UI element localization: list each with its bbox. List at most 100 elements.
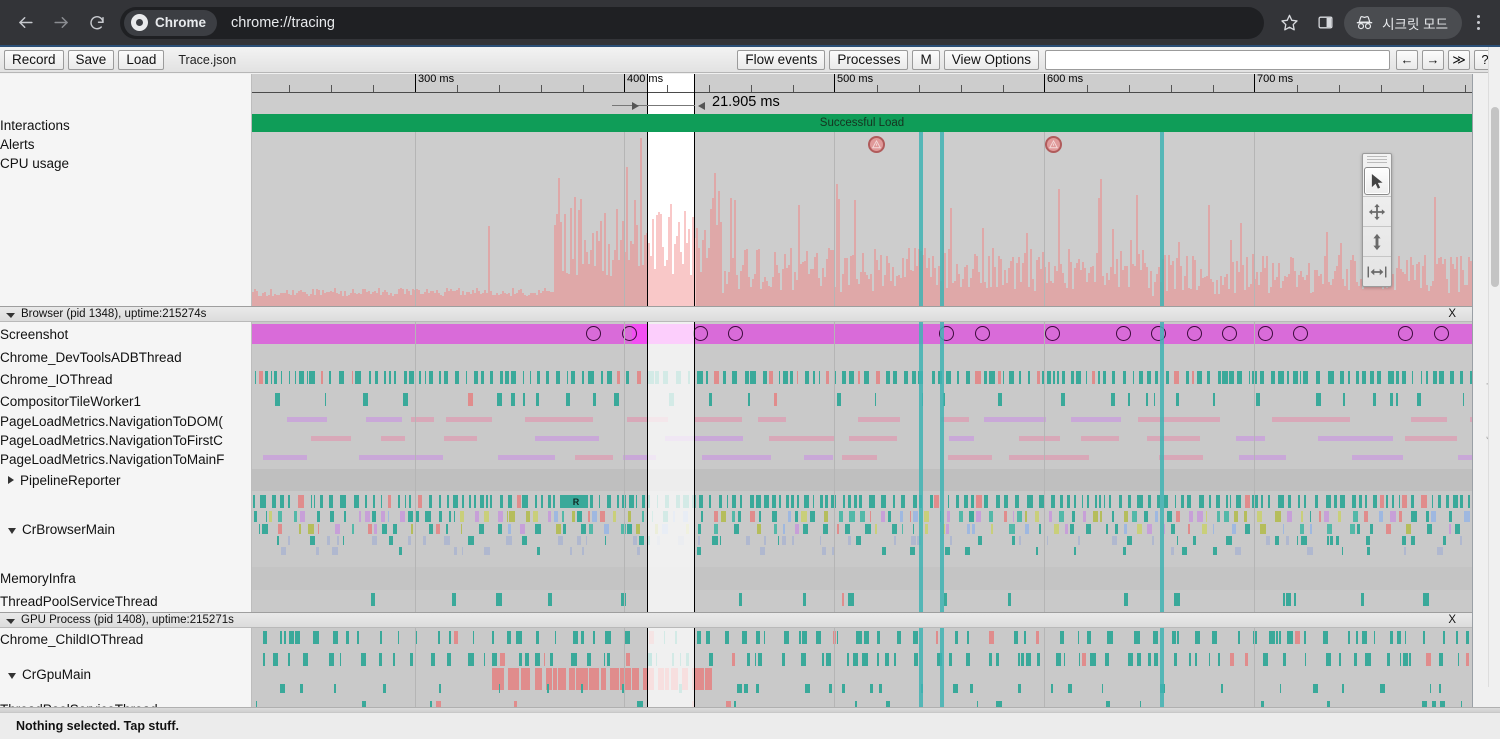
trace-slice[interactable]	[714, 371, 719, 384]
trace-slice[interactable]	[1147, 524, 1152, 534]
trace-slice[interactable]	[1060, 495, 1063, 508]
trace-slice[interactable]	[278, 511, 282, 522]
trace-slice[interactable]	[468, 536, 474, 545]
trace-slice[interactable]	[760, 547, 765, 555]
trace-slice[interactable]	[262, 524, 267, 534]
trace-slice[interactable]	[1260, 371, 1265, 384]
trace-slice[interactable]	[1152, 536, 1154, 545]
trace-slice[interactable]	[955, 631, 958, 644]
view-options-button[interactable]: View Options	[944, 50, 1039, 70]
alert-marker[interactable]	[1045, 136, 1062, 153]
async-slice[interactable]	[804, 455, 833, 460]
trace-slice[interactable]	[1189, 653, 1191, 666]
trace-slice[interactable]	[294, 511, 297, 522]
trace-slice[interactable]	[1330, 536, 1333, 545]
trace-slice[interactable]	[1206, 511, 1207, 522]
trace-slice[interactable]	[508, 495, 513, 508]
trace-slice[interactable]	[697, 631, 701, 644]
track-canvas[interactable]	[252, 346, 1472, 368]
trace-slice[interactable]	[474, 371, 479, 384]
trace-slice[interactable]	[327, 536, 330, 545]
track-canvas[interactable]	[252, 567, 1472, 590]
async-slice[interactable]	[446, 417, 492, 422]
trace-slice[interactable]	[1164, 495, 1168, 508]
track-label[interactable]: CrBrowserMain	[0, 491, 252, 567]
trace-slice[interactable]	[1112, 371, 1116, 384]
trace-slice[interactable]	[719, 495, 722, 508]
trace-slice[interactable]	[914, 653, 918, 666]
trace-slice[interactable]	[1373, 495, 1376, 508]
trace-slice[interactable]	[567, 371, 568, 384]
trace-slice[interactable]	[1374, 631, 1375, 644]
forward-arrow-icon[interactable]	[44, 6, 78, 40]
trace-slice[interactable]	[1070, 524, 1074, 534]
trace-slice[interactable]	[1310, 511, 1311, 522]
trace-slice[interactable]	[303, 653, 309, 666]
trace-slice[interactable]	[474, 495, 476, 508]
trace-slice[interactable]	[525, 653, 529, 666]
trace-slice[interactable]	[734, 524, 740, 534]
metrics-button[interactable]: M	[912, 50, 939, 70]
trace-slice[interactable]	[403, 393, 408, 406]
trace-slice[interactable]	[1417, 393, 1421, 406]
trace-slice[interactable]	[460, 511, 465, 522]
trace-slice[interactable]	[1153, 631, 1159, 644]
trace-slice[interactable]	[860, 511, 865, 522]
trace-slice[interactable]	[613, 511, 616, 522]
chevron-down-icon[interactable]	[8, 528, 16, 534]
trace-slice[interactable]	[1025, 524, 1029, 534]
trace-slice[interactable]	[1464, 511, 1470, 522]
trace-slice[interactable]	[266, 511, 267, 522]
trace-slice[interactable]	[1354, 653, 1357, 666]
trace-slice[interactable]	[260, 495, 266, 508]
trace-slice[interactable]	[925, 524, 928, 534]
trace-slice[interactable]	[382, 524, 388, 534]
trace-slice[interactable]	[1283, 524, 1284, 534]
trace-slice[interactable]	[1377, 371, 1381, 384]
trace-slice[interactable]	[989, 371, 995, 384]
trace-slice[interactable]	[1106, 524, 1108, 534]
async-slice[interactable]	[1318, 436, 1393, 441]
screenshot-frame-marker[interactable]	[693, 326, 708, 341]
screenshot-frame-marker[interactable]	[1116, 326, 1131, 341]
trace-slice[interactable]	[1426, 511, 1429, 522]
trace-slice[interactable]	[368, 524, 372, 534]
trace-slice[interactable]	[996, 653, 999, 666]
trace-slice[interactable]	[523, 371, 524, 384]
trace-slice[interactable]	[535, 495, 537, 508]
trace-slice[interactable]	[1411, 495, 1414, 508]
trace-slice[interactable]	[429, 524, 433, 534]
trace-slice[interactable]	[355, 371, 361, 384]
trace-slice[interactable]	[1195, 631, 1201, 644]
trace-slice[interactable]	[320, 495, 323, 508]
trace-slice[interactable]	[500, 653, 505, 666]
trace-slice[interactable]	[339, 371, 345, 384]
trace-slice[interactable]	[904, 371, 908, 384]
trace-slice[interactable]	[556, 371, 559, 384]
trace-slice[interactable]	[617, 371, 620, 384]
trace-slice[interactable]	[1380, 495, 1383, 508]
track-canvas[interactable]	[252, 628, 1472, 650]
trace-slice[interactable]	[587, 653, 591, 666]
trace-slice[interactable]	[998, 371, 1001, 384]
trace-slice[interactable]	[1019, 371, 1022, 384]
trace-slice[interactable]	[966, 371, 969, 384]
trace-slice[interactable]	[1175, 495, 1176, 508]
trace-slice[interactable]	[1188, 524, 1190, 534]
record-button[interactable]: Record	[4, 50, 64, 70]
trace-slice[interactable]	[947, 511, 950, 522]
trace-slice[interactable]	[1359, 495, 1363, 508]
trace-slice[interactable]	[848, 495, 851, 508]
trace-slice[interactable]	[782, 536, 786, 545]
trace-slice[interactable]	[316, 547, 320, 555]
trace-slice[interactable]	[1213, 547, 1217, 555]
trace-slice[interactable]	[1460, 536, 1462, 545]
async-slice[interactable]	[1236, 436, 1265, 441]
trace-slice[interactable]	[404, 371, 407, 384]
trace-slice[interactable]	[1229, 371, 1235, 384]
trace-slice[interactable]	[537, 547, 540, 555]
trace-slice[interactable]	[389, 536, 393, 545]
trace-slice[interactable]	[281, 547, 287, 555]
trace-slice[interactable]	[1146, 393, 1147, 406]
trace-slice[interactable]	[1279, 631, 1281, 644]
